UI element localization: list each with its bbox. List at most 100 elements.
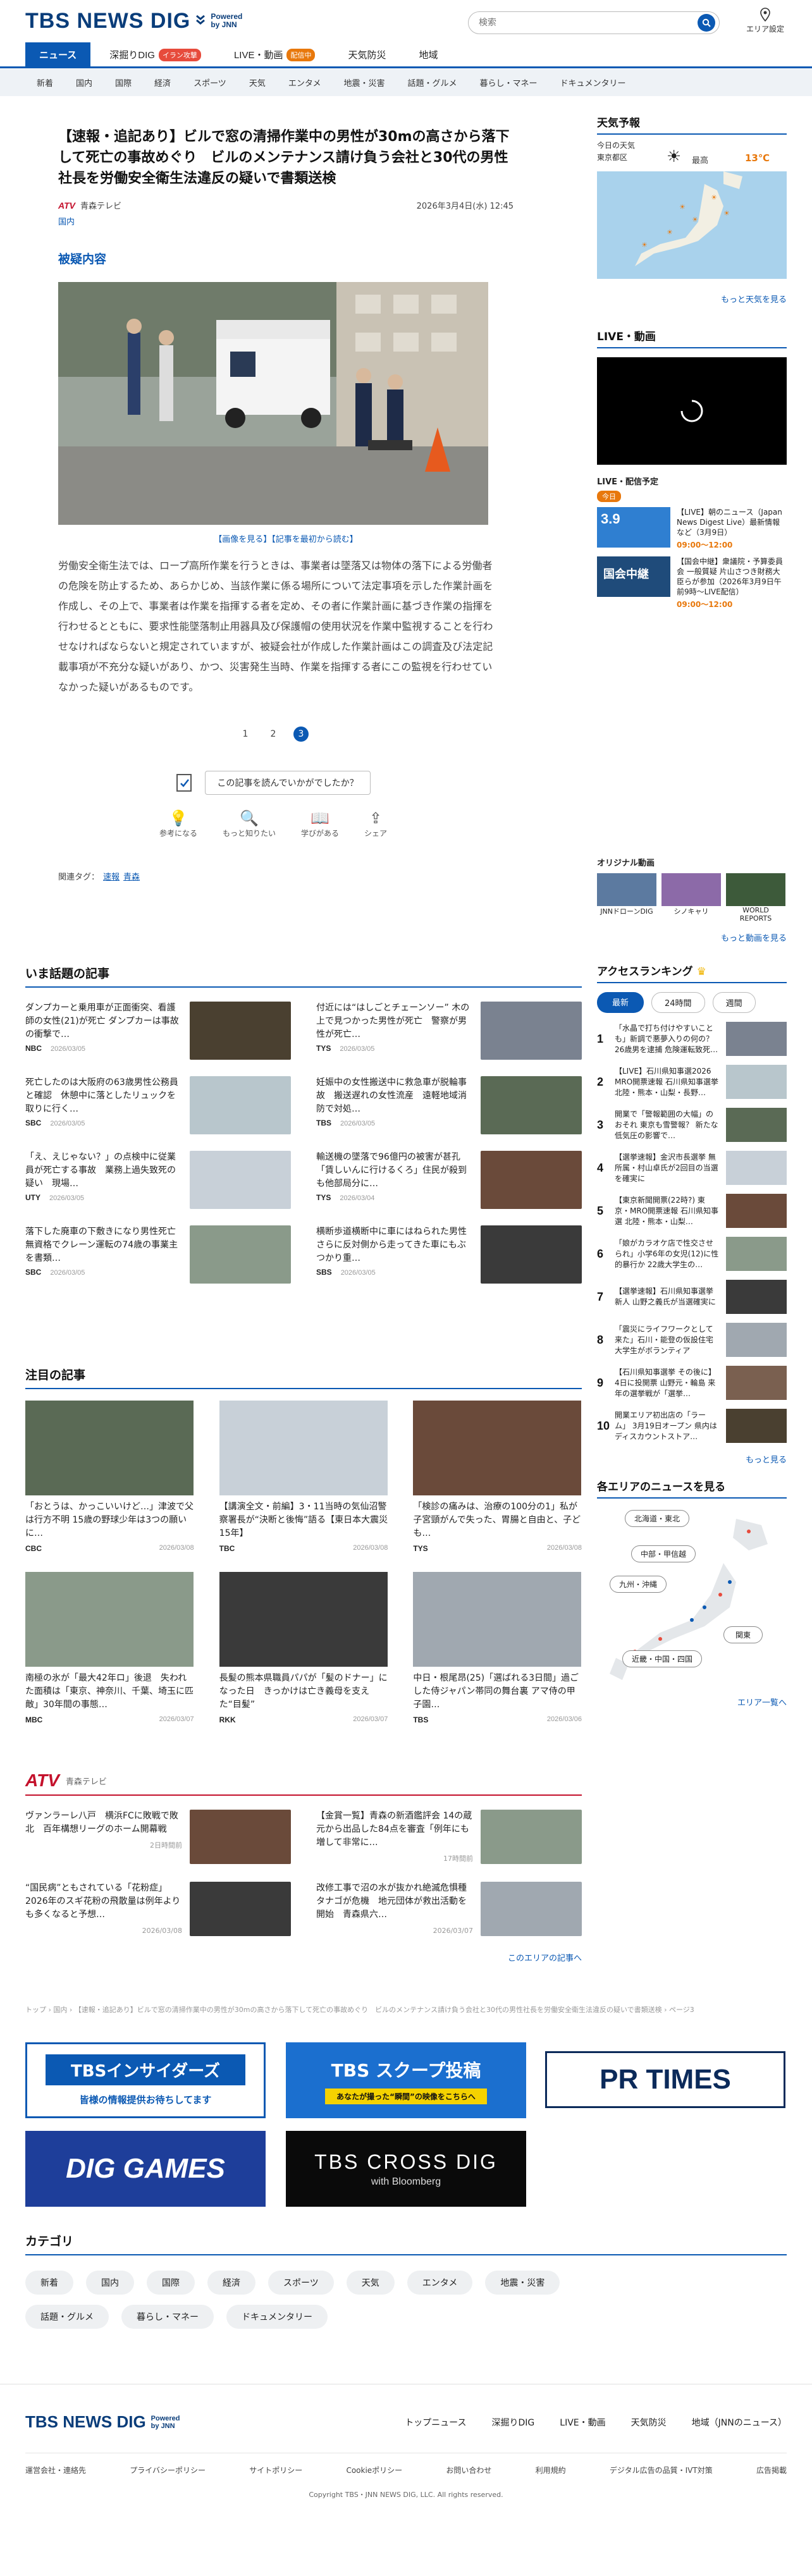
read-from-start-link[interactable]: 【記事を最初から読む】 — [271, 535, 358, 544]
ranking-item[interactable]: 6 「娘がカラオケ店で性交させられ」小学6年の女児(12)に性的暴行か 22歳大学… — [597, 1237, 787, 1271]
subnav-item[interactable]: 地震・災害 — [332, 77, 396, 89]
nav-live[interactable]: LIVE・動画 配信中 — [220, 42, 329, 68]
topic-item[interactable]: 落下した廃車の下敷きになり男性死亡 無資格でクレーン運転の74歳の事業主を書類…… — [25, 1225, 291, 1284]
ranking-tab-week[interactable]: 週間 — [712, 992, 756, 1013]
dig-games-banner[interactable]: DIG GAMES — [25, 2131, 266, 2207]
category-chip[interactable]: 国際 — [147, 2271, 195, 2295]
category-chip[interactable]: ドキュメンタリー — [226, 2305, 328, 2329]
reaction-share[interactable]: ⇪ シェア — [364, 809, 387, 838]
search-input[interactable] — [479, 18, 698, 28]
subnav-item[interactable]: 新着 — [25, 77, 65, 89]
region-hokkaido-tohoku[interactable]: 北海道・東北 — [625, 1510, 690, 1527]
schedule-item[interactable]: 3.9 【LIVE】朝のニュース（Japan News Digest Live）… — [597, 507, 787, 550]
featured-item[interactable]: 「おとうは、かっこいいけど…」津波で父は行方不明 15歳の野球少年は3つの願いに… — [25, 1401, 194, 1553]
subnav-item[interactable]: 話題・グルメ — [396, 77, 468, 89]
ranking-item[interactable]: 2 【LIVE】石川県知事選2026 MRO開票速報 石川県知事選挙 北陸・熊本・… — [597, 1065, 787, 1099]
reaction-helpful[interactable]: 💡 参考になる — [159, 809, 197, 838]
category-chip[interactable]: エンタメ — [407, 2271, 473, 2295]
subnav-item[interactable]: 経済 — [143, 77, 182, 89]
topic-item[interactable]: 妊娠中の女性搬送中に救急車が脱輪事故 搬送遅れの女性流産 遠軽地域消防で対処… T… — [316, 1076, 582, 1134]
footer-link[interactable]: 深掘りDIG — [492, 2416, 535, 2429]
footer-sublink[interactable]: サイトポリシー — [249, 2465, 302, 2475]
weather-widget[interactable]: 今日の天気 東京都区 ☀ 最高 13℃ ☀ ☀ ☀ ☀ ☀ ☀ — [597, 140, 787, 279]
ranking-item[interactable]: 3 開業で「警報範囲の大幅」のおそれ 東京も雪警報？ 新たな低気圧の影響で… — [597, 1108, 787, 1142]
footer-sublink[interactable]: デジタル広告の品質・IVT対策 — [610, 2465, 713, 2475]
featured-item[interactable]: 【講演全文・前編】3・11当時の気仙沼警察署長が“決断と後悔”語る【東日本大震災… — [219, 1401, 388, 1553]
category-chip[interactable]: スポーツ — [268, 2271, 334, 2295]
insiders-banner[interactable]: TBSインサイダーズ 皆様の情報提供お待ちしてます — [25, 2042, 266, 2118]
footer-link[interactable]: トップニュース — [405, 2416, 466, 2429]
schedule-item[interactable]: 国会中継 【国会中継】衆議院・予算委員会 一般質疑 片山さつき財務大臣らが参加（… — [597, 556, 787, 610]
ranking-tab-latest[interactable]: 最新 — [597, 992, 644, 1013]
local-item[interactable]: “国民病”ともされている「花粉症」 2026年のスギ花粉の飛散量は例年よりも多く… — [25, 1882, 291, 1937]
category-chip[interactable]: 暮らし・マネー — [121, 2305, 214, 2329]
subnav-item[interactable]: 天気 — [238, 77, 277, 89]
subnav-item[interactable]: スポーツ — [182, 77, 238, 89]
ranking-item[interactable]: 5 【東京新聞開票(22時?) 東京・MRO開票速報 石川県知事選 北陸・熊本・山… — [597, 1194, 787, 1228]
footer-logo[interactable]: TBS NEWS DIG — [25, 2412, 146, 2432]
nav-weather[interactable]: 天気防災 — [334, 42, 400, 68]
ranking-tab-24h[interactable]: 24時間 — [651, 992, 705, 1013]
area-setting-button[interactable]: エリア設定 — [740, 8, 790, 34]
view-image-link[interactable]: 【画像を見る】 — [214, 535, 271, 544]
ranking-item[interactable]: 4 【選挙速報】金沢市長選挙 無所属・村山卓氏が2回目の当選を確実に — [597, 1151, 787, 1185]
footer-sublink[interactable]: 広告掲載 — [756, 2465, 787, 2475]
site-logo[interactable]: TBS NEWS DIG Powered by JNN — [25, 8, 249, 34]
page-3-current[interactable]: 3 — [293, 727, 309, 742]
scoop-banner[interactable]: TBS スクープ投稿 あなたが撮った“瞬間”の映像をこちらへ — [286, 2042, 526, 2118]
ranking-item[interactable]: 10 開業エリア初出店の「ラーム」 3月19日オープン 県内はディスカウントストア… — [597, 1409, 787, 1443]
ranking-item[interactable]: 1 「水晶で打ち付けやすいことも」新調で悪夢入りの何の？26歳男を逮捕 危険運転致… — [597, 1022, 787, 1056]
region-kinki[interactable]: 近畿・中国・四国 — [622, 1650, 703, 1667]
reaction-want-more[interactable]: 🔍 もっと知りたい — [223, 809, 276, 838]
live-video-player[interactable] — [597, 357, 787, 465]
ranking-item[interactable]: 8 「震災にライフワークとして来た」石川・能登の仮設住宅 大学生がボランティア — [597, 1323, 787, 1357]
cross-dig-banner[interactable]: TBS CROSS DIG with Bloomberg — [286, 2131, 526, 2207]
search-button[interactable] — [698, 14, 715, 32]
category-chip[interactable]: 新着 — [25, 2271, 73, 2295]
subnav-item[interactable]: 国内 — [65, 77, 104, 89]
article-photo[interactable] — [58, 282, 488, 525]
footer-sublink[interactable]: 運営会社・連絡先 — [25, 2465, 86, 2475]
subnav-item[interactable]: エンタメ — [277, 77, 333, 89]
subnav-item[interactable]: 暮らし・マネー — [468, 77, 548, 89]
page-1[interactable]: 1 — [238, 727, 253, 742]
local-item[interactable]: ヴァンラーレ八戸 横浜FCに敗戦で敗北 百年構想リーグのホーム開幕戦 2日時間前 — [25, 1810, 291, 1865]
original-item[interactable]: JNNドローンDIG — [597, 873, 656, 923]
breadcrumb[interactable]: トップ › 国内 › 【速報・追記あり】ビルで窓の清掃作業中の男性が30mの高さ… — [25, 2004, 787, 2015]
tag-link[interactable]: 青森 — [123, 873, 140, 882]
featured-item[interactable]: 中日・根尾昂(25)「選ばれる3日間」過ごした侍ジャパン帯同の舞台裏 アマ侍の甲… — [413, 1572, 582, 1724]
topic-item[interactable]: 横断歩道横断中に車にはねられた男性 さらに反対側から走ってきた車にもぶつかり重…… — [316, 1225, 582, 1284]
category-chip[interactable]: 地震・災害 — [485, 2271, 560, 2295]
featured-item[interactable]: 南極の氷が「最大42年ロ」後退 失われた面積は「東京、神奈川、千葉、埼玉に匹敵」… — [25, 1572, 194, 1724]
topic-item[interactable]: 付近には“はしごとチェーンソー” 木の上で見つかった男性が死亡 警察が男性が死亡… — [316, 1002, 582, 1060]
footer-link[interactable]: LIVE・動画 — [560, 2416, 605, 2429]
topic-item[interactable]: ダンプカーと乗用車が正面衝突、看護師の女性(21)が死亡 ダンプカーは事故の衝撃… — [25, 1002, 291, 1060]
category-chip[interactable]: 話題・グルメ — [25, 2305, 109, 2329]
search-box[interactable] — [468, 11, 720, 34]
topic-item[interactable]: 輸送機の墜落で96億円の被害が甚孔「賃しいんに行けるくろ」住民が殺到も他部局分に… — [316, 1151, 582, 1209]
footer-link[interactable]: 地域（JNNのニュース） — [692, 2416, 787, 2429]
original-item[interactable]: WORLD REPORTS — [726, 873, 785, 923]
source-name[interactable]: 青森テレビ — [80, 199, 121, 211]
ranking-item[interactable]: 9 【石川県知事選挙 その後に】4日に投開票 山野元・輪島 来年の選挙戦が「選挙… — [597, 1366, 787, 1400]
topic-item[interactable]: 死亡したのは大阪府の63歳男性公務員と確認 休憩中に落としたリュックを取りに行く… — [25, 1076, 291, 1134]
region-chubu[interactable]: 中部・甲信越 — [631, 1545, 696, 1562]
more-video-link[interactable]: もっと動画を見る — [597, 931, 787, 943]
local-item[interactable]: 【金賞一覧】青森の新酒鑑評会 14の蔵元から出品した84点を審査「例年にも増して… — [316, 1810, 582, 1865]
nav-region[interactable]: 地域 — [405, 42, 452, 68]
article-category[interactable]: 国内 — [58, 215, 514, 227]
nav-dig[interactable]: 深掘りDIG イラン攻撃 — [95, 42, 215, 68]
page-2[interactable]: 2 — [266, 727, 281, 742]
local-item[interactable]: 改修工事で沼の水が抜かれ絶滅危惧種タナゴが危機 地元団体が救出活動を開始 青森県… — [316, 1882, 582, 1937]
subnav-item[interactable]: 国際 — [104, 77, 143, 89]
local-more-link[interactable]: このエリアの記事へ — [25, 1951, 582, 1963]
footer-link[interactable]: 天気防災 — [631, 2416, 667, 2429]
topic-item[interactable]: 「え、えじゃない？」の点検中に従業員が死亡する事故 業務上過失致死の疑い 現場…… — [25, 1151, 291, 1209]
category-chip[interactable]: 天気 — [346, 2271, 395, 2295]
nav-news[interactable]: ニュース — [25, 42, 91, 68]
featured-item[interactable]: 「検診の痛みは、治療の100分の1」私が子宮頸がんで失った、胃腸と自由と、子ども… — [413, 1401, 582, 1553]
area-list-link[interactable]: エリア一覧へ — [597, 1696, 787, 1708]
footer-sublink[interactable]: 利用規約 — [536, 2465, 566, 2475]
more-ranking-link[interactable]: もっと見る — [597, 1453, 787, 1465]
footer-sublink[interactable]: プライバシーポリシー — [130, 2465, 206, 2475]
